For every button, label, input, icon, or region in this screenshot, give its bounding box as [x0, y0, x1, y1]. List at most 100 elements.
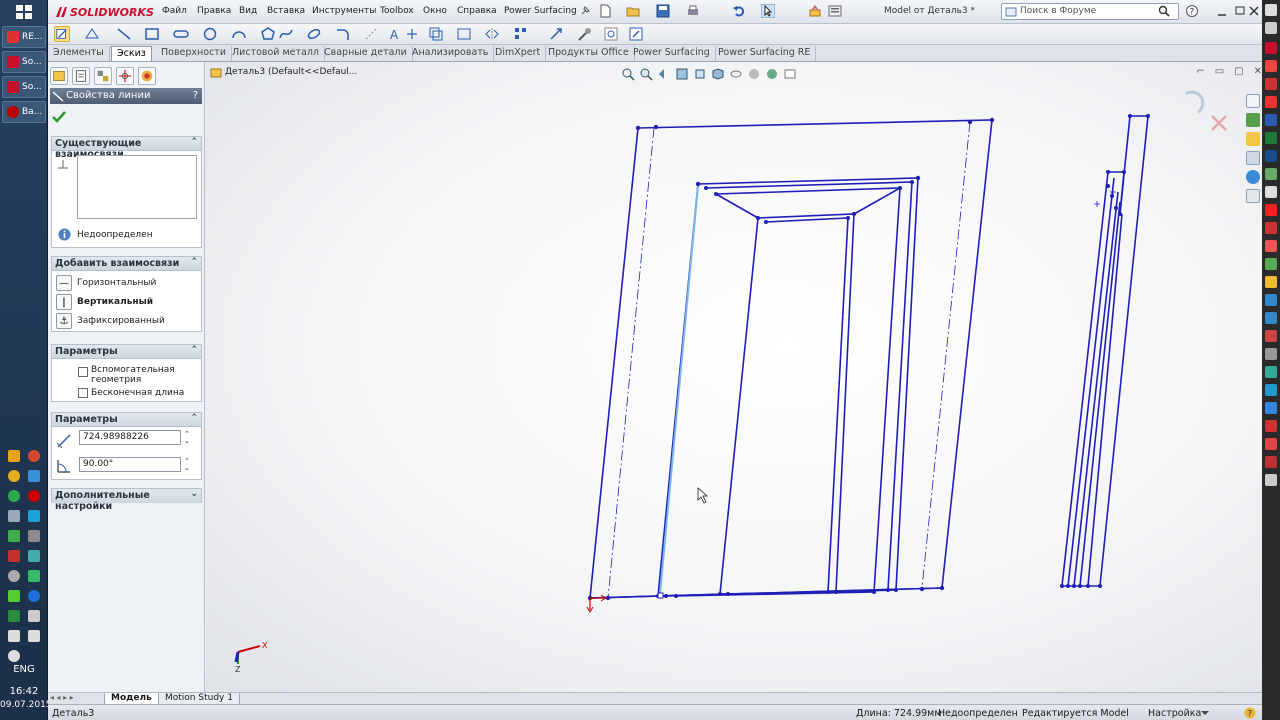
point-tool-icon[interactable]	[404, 26, 420, 42]
solidworks-logo[interactable]: SOLIDWORKS	[54, 3, 154, 21]
nvidia-icon[interactable]	[8, 610, 20, 622]
menu-tools[interactable]: Инструменты	[312, 6, 376, 16]
quick-snaps-icon[interactable]	[603, 26, 619, 42]
menu-window[interactable]: Окно	[423, 6, 447, 16]
angle-spinner[interactable]: ⌃ ⌄	[184, 458, 190, 472]
rapid-sketch-icon[interactable]	[628, 26, 644, 42]
infinite-length-option[interactable]: Бесконечная длина	[78, 388, 184, 398]
collapse-icon[interactable]: ⌃	[190, 257, 198, 267]
help-button[interactable]: ?	[193, 90, 198, 101]
dock-icon[interactable]	[1265, 294, 1277, 306]
tab-scroll-icons[interactable]: ◂ ◂ ▸ ▸	[50, 693, 74, 702]
windows-start-icon[interactable]	[14, 4, 34, 20]
taskbar-window-1[interactable]: RE...	[2, 26, 46, 48]
print-icon[interactable]	[686, 4, 700, 18]
dock-icon[interactable]	[1265, 96, 1277, 108]
tab-surfaces[interactable]: Поверхности	[156, 46, 233, 61]
text-tool-icon[interactable]: A	[388, 26, 404, 42]
custom-properties-icon[interactable]	[1246, 189, 1260, 203]
construction-geometry-option[interactable]: Вспомогательная геометрия	[78, 365, 178, 385]
dock-icon[interactable]	[1265, 402, 1277, 414]
menu-toolbox[interactable]: Toolbox	[380, 6, 414, 16]
menu-edit[interactable]: Правка	[197, 6, 231, 16]
cancel-sketch-icon[interactable]	[1211, 115, 1227, 131]
convert-entities-icon[interactable]	[428, 26, 444, 42]
taskbar-window-3[interactable]: So...	[2, 76, 46, 98]
excel-icon[interactable]	[1265, 132, 1277, 144]
taskbar-window-4[interactable]: Ba...	[2, 101, 46, 123]
length-spinner[interactable]: ⌃ ⌄	[184, 431, 190, 445]
tray-icon[interactable]	[8, 590, 20, 602]
tab-dimxpert[interactable]: DimXpert	[490, 46, 547, 61]
menu-file[interactable]: Файл	[162, 6, 187, 16]
group-header[interactable]: Добавить взаимосвязи ⌃	[52, 257, 201, 271]
display-manager-icon[interactable]	[138, 67, 156, 85]
dock-icon[interactable]	[1265, 420, 1277, 432]
ok-check-icon[interactable]	[52, 110, 66, 124]
home-icon[interactable]	[1246, 94, 1260, 108]
close-icon[interactable]	[1248, 5, 1260, 17]
view-palette-icon[interactable]	[1246, 151, 1260, 165]
expand-icon[interactable]: ⌄	[190, 489, 198, 499]
pattern-tool-icon[interactable]	[513, 26, 529, 42]
volume-icon[interactable]	[8, 650, 20, 662]
line-tool-icon[interactable]	[116, 26, 132, 42]
dock-icon[interactable]	[1265, 42, 1277, 54]
dock-icon[interactable]	[1265, 168, 1277, 180]
dock-icon[interactable]	[1265, 186, 1277, 198]
select-pointer-icon[interactable]	[761, 4, 775, 18]
windows-icon[interactable]	[28, 470, 40, 482]
dock-icon[interactable]	[1265, 438, 1277, 450]
clock-time[interactable]: 16:42	[0, 686, 48, 697]
dock-icon[interactable]	[1265, 312, 1277, 324]
arc-tool-icon[interactable]	[231, 26, 247, 42]
collapse-icon[interactable]: ⌃	[190, 413, 198, 423]
circle-tool-icon[interactable]	[202, 26, 218, 42]
dock-icon[interactable]	[1265, 4, 1277, 16]
trim-tool-icon[interactable]	[456, 26, 472, 42]
feature-tree-icon[interactable]	[50, 67, 68, 85]
ellipse-tool-icon[interactable]	[306, 26, 322, 42]
tab-sketch[interactable]: Эскиз	[111, 46, 152, 61]
bluetooth-icon[interactable]	[28, 590, 40, 602]
network-icon[interactable]	[8, 630, 20, 642]
clock-date[interactable]: 09.07.2015	[0, 700, 52, 710]
selected-endpoint[interactable]	[657, 592, 664, 599]
group-header[interactable]: Существующие взаимосвязи⌃	[52, 137, 201, 160]
tab-office-products[interactable]: Продукты Office	[543, 46, 635, 61]
door-frame-sketch[interactable]	[589, 119, 993, 599]
minimize-icon[interactable]	[1216, 6, 1228, 18]
help-icon[interactable]: ?	[1244, 707, 1256, 719]
dock-icon[interactable]	[1265, 330, 1277, 342]
dock-icon[interactable]	[1265, 60, 1277, 72]
side-profile-sketch[interactable]	[1061, 115, 1149, 587]
tray-icon[interactable]	[28, 510, 40, 522]
magnifier-icon[interactable]	[1158, 5, 1170, 17]
flag-icon[interactable]	[28, 630, 40, 642]
graphics-area[interactable]: Деталь3 (Default<<Defaul... ⌐ ▭ ▢ ✕ X Z	[206, 62, 1262, 692]
open-folder-icon[interactable]	[626, 4, 640, 18]
dock-icon[interactable]	[1265, 240, 1277, 252]
undo-icon[interactable]	[732, 4, 746, 18]
dimxpert-manager-icon[interactable]	[116, 67, 134, 85]
configuration-manager-icon[interactable]	[94, 67, 112, 85]
menu-power-surfacing[interactable]: Power Surfacing	[504, 6, 577, 16]
checkbox[interactable]	[78, 388, 88, 398]
length-input[interactable]: 724.98988226	[79, 430, 181, 445]
rebuild-icon[interactable]	[808, 4, 822, 18]
relation-horizontal[interactable]: — Горизонтальный	[56, 275, 156, 291]
relation-fixed[interactable]: ⚓ Зафиксированный	[56, 313, 165, 329]
tray-icon[interactable]	[8, 550, 20, 562]
tab-features[interactable]: Элементы	[48, 46, 110, 61]
offset-tool-icon[interactable]	[363, 26, 379, 42]
dock-icon[interactable]	[1265, 366, 1277, 378]
repair-sketch-icon[interactable]	[577, 26, 593, 42]
options-icon[interactable]	[828, 4, 842, 18]
photoshop-icon[interactable]	[1265, 150, 1277, 162]
tray-icon[interactable]	[28, 610, 40, 622]
sketch-canvas[interactable]: X Z	[206, 62, 1262, 692]
forum-search-input[interactable]: Поиск в Форуме	[1001, 3, 1179, 20]
taskbar-window-2[interactable]: So...	[2, 51, 46, 73]
tray-icon[interactable]	[8, 510, 20, 522]
rectangle-tool-icon[interactable]	[144, 26, 160, 42]
